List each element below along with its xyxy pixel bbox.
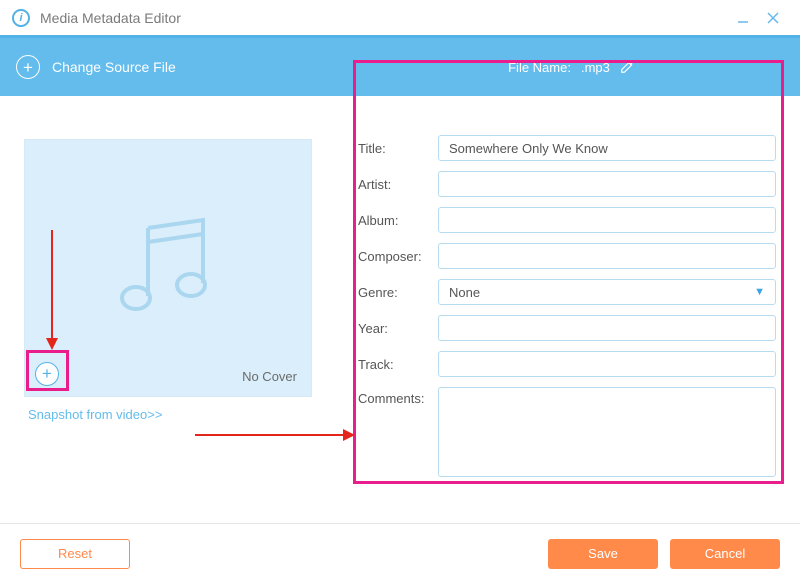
album-label: Album: [358, 213, 438, 228]
genre-label: Genre: [358, 285, 438, 300]
artist-label: Artist: [358, 177, 438, 192]
genre-select[interactable]: None ▼ [438, 279, 776, 305]
cancel-button[interactable]: Cancel [670, 539, 780, 569]
reset-button[interactable]: Reset [20, 539, 130, 569]
track-label: Track: [358, 357, 438, 372]
comments-label: Comments: [358, 387, 438, 406]
snapshot-link[interactable]: Snapshot from video>> [28, 407, 162, 422]
app-info-icon: i [12, 9, 30, 27]
save-button[interactable]: Save [548, 539, 658, 569]
no-cover-label: No Cover [242, 369, 297, 384]
save-label: Save [588, 546, 618, 561]
composer-label: Composer: [358, 249, 438, 264]
reset-label: Reset [58, 546, 92, 561]
cancel-label: Cancel [705, 546, 745, 561]
toolbar: + Change Source File File Name: .mp3 [0, 38, 800, 96]
change-source-label: Change Source File [52, 59, 176, 75]
file-name-display: File Name: .mp3 [358, 38, 784, 96]
file-name-label: File Name: [508, 60, 571, 75]
app-title: Media Metadata Editor [40, 10, 728, 26]
composer-input[interactable] [438, 243, 776, 269]
year-label: Year: [358, 321, 438, 336]
genre-value: None [449, 285, 480, 300]
minimize-button[interactable] [728, 3, 758, 33]
cover-preview: + No Cover [24, 139, 312, 397]
main-area: + No Cover Snapshot from video>> Title: … [0, 99, 800, 523]
track-input[interactable] [438, 351, 776, 377]
album-input[interactable] [438, 207, 776, 233]
plus-icon: + [16, 55, 40, 79]
music-note-icon [108, 208, 228, 328]
edit-filename-icon[interactable] [620, 60, 634, 74]
close-button[interactable] [758, 3, 788, 33]
chevron-down-icon: ▼ [754, 286, 765, 298]
title-input[interactable] [438, 135, 776, 161]
add-cover-button[interactable]: + [35, 362, 59, 386]
footer: Reset Save Cancel [0, 523, 800, 583]
titlebar: i Media Metadata Editor [0, 0, 800, 38]
year-input[interactable] [438, 315, 776, 341]
metadata-form: Title: Artist: Album: Composer: Genre: N… [358, 135, 776, 487]
title-label: Title: [358, 141, 438, 156]
file-name-value: .mp3 [581, 60, 610, 75]
artist-input[interactable] [438, 171, 776, 197]
comments-input[interactable] [438, 387, 776, 477]
change-source-button[interactable]: + Change Source File [16, 55, 176, 79]
